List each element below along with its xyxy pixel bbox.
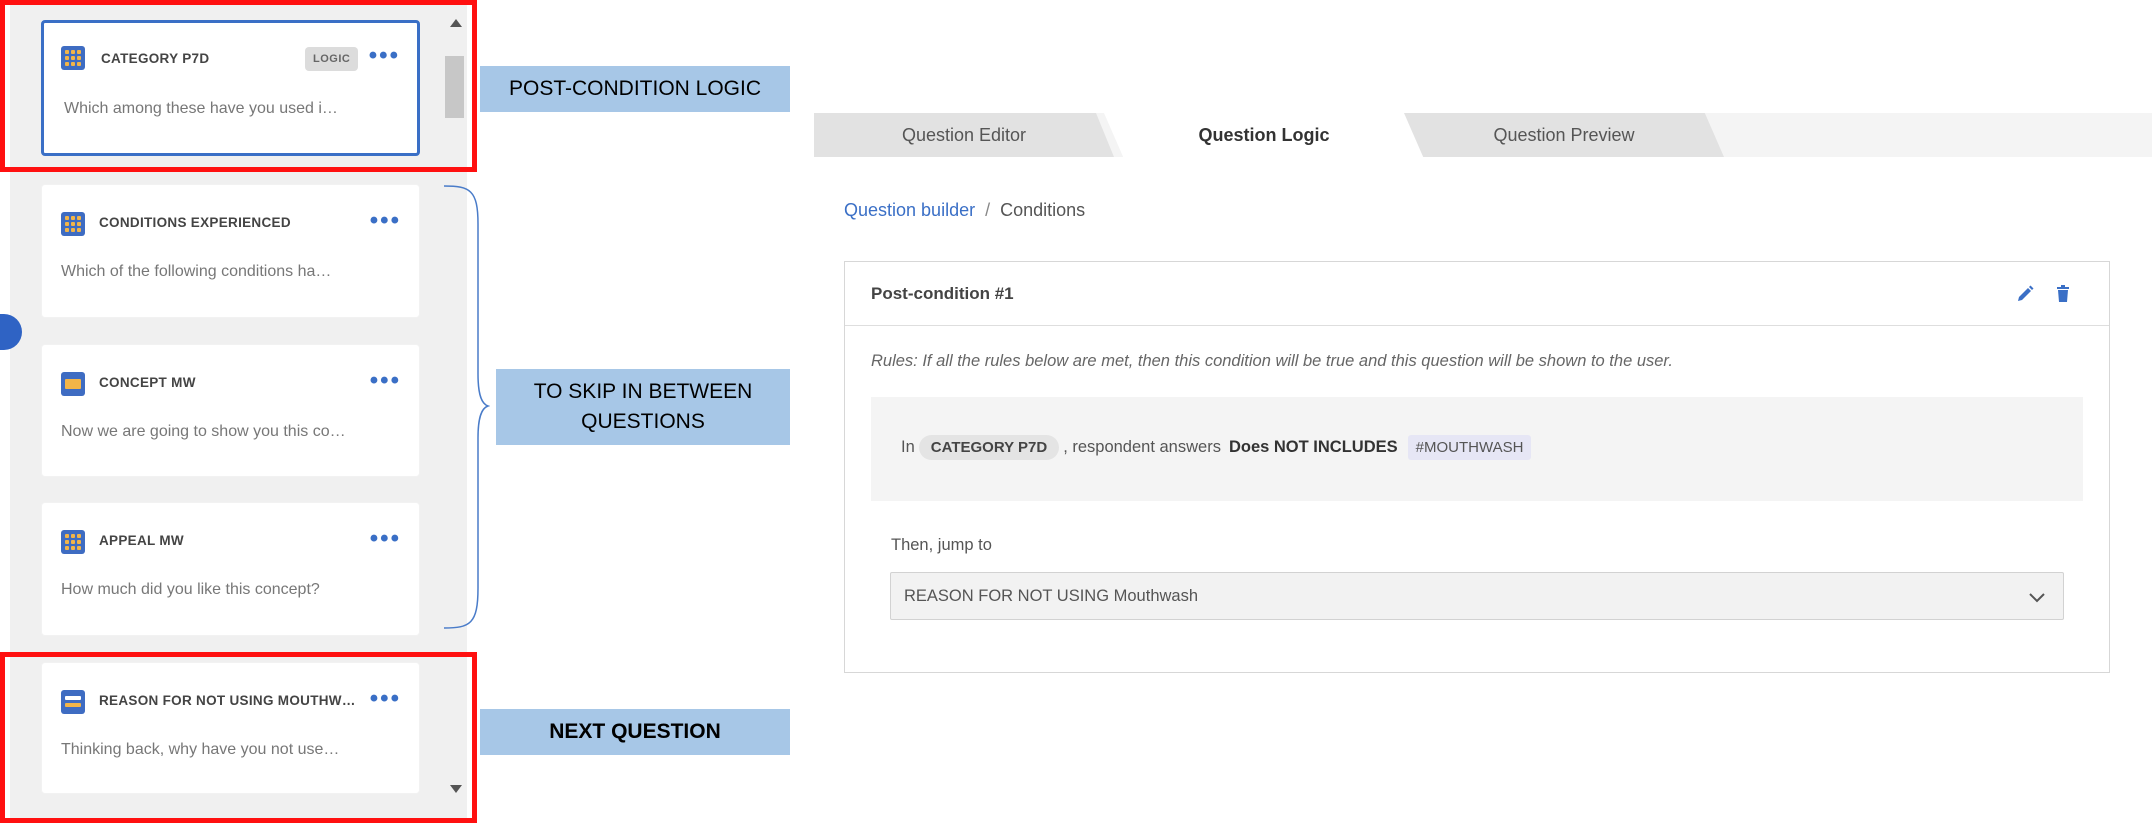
rule-value-tag: #MOUTHWASH bbox=[1407, 435, 1532, 460]
chevron-down-icon bbox=[2029, 593, 2045, 603]
pencil-icon[interactable] bbox=[2015, 284, 2035, 304]
highlight-post-condition bbox=[0, 0, 477, 172]
annotation-skip-questions: TO SKIP IN BETWEEN QUESTIONS bbox=[496, 369, 790, 445]
annotation-text: NEXT QUESTION bbox=[549, 720, 721, 743]
brace-icon bbox=[443, 185, 490, 629]
tab-question-logic[interactable]: Question Logic bbox=[1104, 113, 1424, 157]
condition-title: Post-condition #1 bbox=[871, 284, 1014, 303]
tab-label: Question Editor bbox=[901, 124, 1027, 145]
question-text: Now we are going to show you this co… bbox=[61, 423, 346, 440]
rule-row: In CATEGORY P7D , respondent answers Doe… bbox=[871, 397, 2083, 501]
annotation-next-question: NEXT QUESTION bbox=[480, 709, 790, 755]
tab-label: Question Preview bbox=[1493, 124, 1635, 145]
breadcrumb-current: Conditions bbox=[1000, 200, 1086, 220]
grid-question-icon bbox=[61, 530, 85, 554]
more-options-icon[interactable]: ••• bbox=[370, 209, 401, 233]
grid-question-icon bbox=[61, 212, 85, 236]
question-title: CONDITIONS EXPERIENCED bbox=[99, 215, 291, 230]
trash-icon[interactable] bbox=[2053, 284, 2073, 304]
breadcrumb-link-question-builder[interactable]: Question builder bbox=[844, 200, 975, 220]
jump-to-select[interactable]: REASON FOR NOT USING Mouthwash bbox=[890, 572, 2064, 620]
tab-label: Question Logic bbox=[1198, 124, 1330, 145]
condition-card: Post-condition #1 Rules: If all the rule… bbox=[844, 261, 2110, 673]
question-card-concept-mw[interactable]: CONCEPT MW ••• Now we are going to show … bbox=[41, 344, 420, 477]
jump-to-selected-value: REASON FOR NOT USING Mouthwash bbox=[904, 587, 1199, 605]
question-card-conditions-experienced[interactable]: CONDITIONS EXPERIENCED ••• Which of the … bbox=[41, 184, 420, 318]
tab-question-editor[interactable]: Question Editor bbox=[814, 113, 1114, 157]
more-options-icon[interactable]: ••• bbox=[370, 527, 401, 551]
rule-prefix: In bbox=[901, 438, 915, 456]
rule-line: In CATEGORY P7D , respondent answers Doe… bbox=[901, 435, 1532, 460]
highlight-next-question bbox=[0, 652, 477, 823]
breadcrumb-separator: / bbox=[985, 200, 991, 220]
question-card-appeal-mw[interactable]: APPEAL MW ••• How much did you like this… bbox=[41, 502, 420, 636]
question-text: Which of the following conditions ha… bbox=[61, 263, 332, 280]
more-options-icon[interactable]: ••• bbox=[370, 369, 401, 393]
rule-middle-text: , respondent answers bbox=[1063, 438, 1221, 456]
condition-header: Post-condition #1 bbox=[845, 262, 2109, 326]
tab-question-preview[interactable]: Question Preview bbox=[1404, 113, 1724, 157]
question-text: How much did you like this concept? bbox=[61, 581, 320, 598]
breadcrumb: Question builder / Conditions bbox=[844, 200, 1085, 221]
annotation-text: TO SKIP IN BETWEEN bbox=[533, 380, 753, 403]
rule-question-pill: CATEGORY P7D bbox=[918, 435, 1060, 460]
rule-operator: Does NOT INCLUDES bbox=[1228, 438, 1398, 456]
question-title: APPEAL MW bbox=[99, 533, 184, 548]
annotation-text: POST-CONDITION LOGIC bbox=[508, 77, 762, 100]
rules-description: Rules: If all the rules below are met, t… bbox=[871, 352, 1673, 370]
jump-to-label: Then, jump to bbox=[891, 536, 992, 554]
annotation-post-condition-logic: POST-CONDITION LOGIC bbox=[480, 66, 790, 112]
media-question-icon bbox=[61, 372, 85, 396]
question-title: CONCEPT MW bbox=[99, 375, 196, 390]
annotation-text: QUESTIONS bbox=[581, 410, 705, 433]
